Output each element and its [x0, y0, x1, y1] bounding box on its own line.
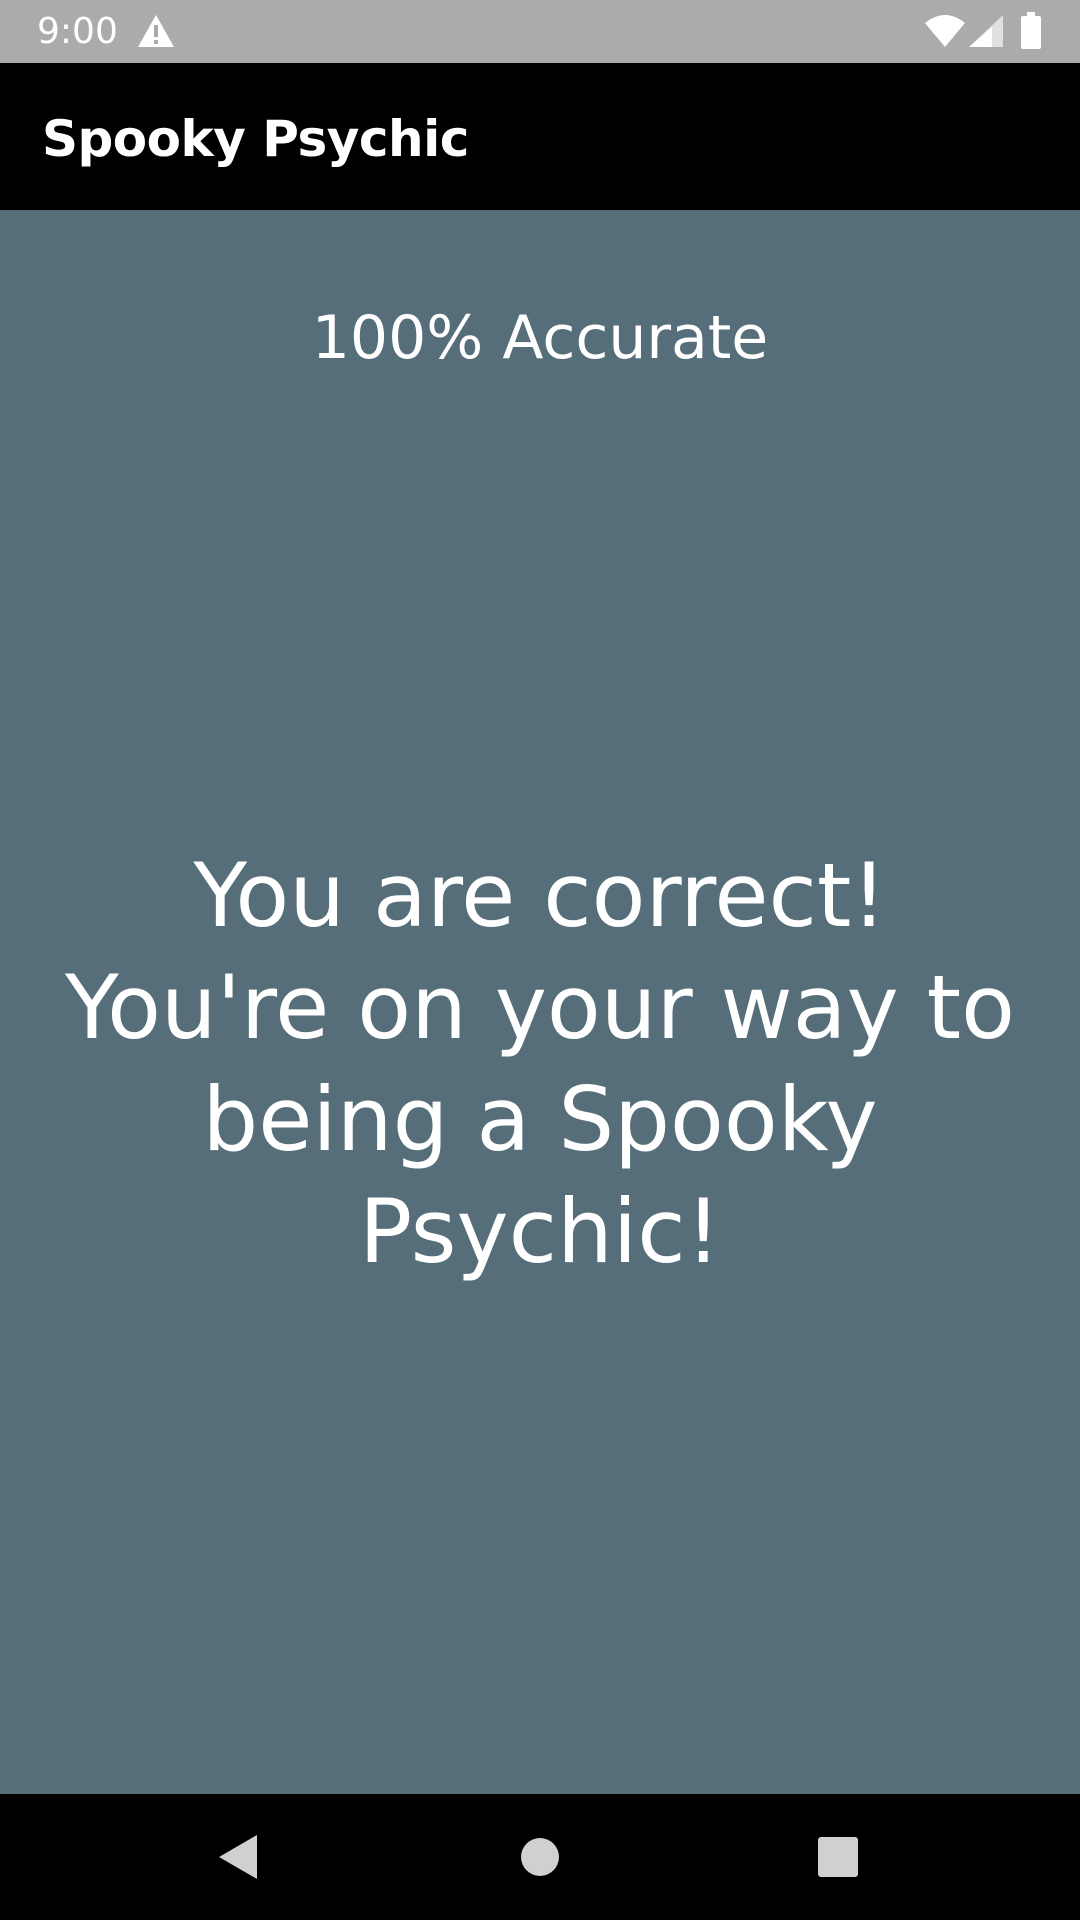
wifi-icon: [925, 15, 965, 47]
screen: 9:00 Spooky Psychic 100% Accurate You ar…: [0, 0, 1080, 1920]
battery-icon: [1021, 12, 1041, 49]
home-icon[interactable]: [510, 1827, 570, 1887]
warning-icon: [138, 15, 174, 47]
app-title: Spooky Psychic: [42, 110, 469, 168]
cellular-signal-icon: [969, 15, 1003, 47]
status-time: 9:00: [37, 11, 118, 52]
accuracy-label: 100% Accurate: [311, 303, 769, 373]
result-message: You are correct! You're on your way to b…: [65, 844, 1015, 1283]
back-icon[interactable]: [209, 1827, 269, 1887]
app-bar: Spooky Psychic: [0, 63, 1080, 210]
navigation-bar: [0, 1794, 1080, 1920]
main-content: 100% Accurate You are correct! You're on…: [0, 210, 1080, 1794]
status-bar: 9:00: [0, 0, 1080, 63]
recents-icon[interactable]: [808, 1827, 868, 1887]
